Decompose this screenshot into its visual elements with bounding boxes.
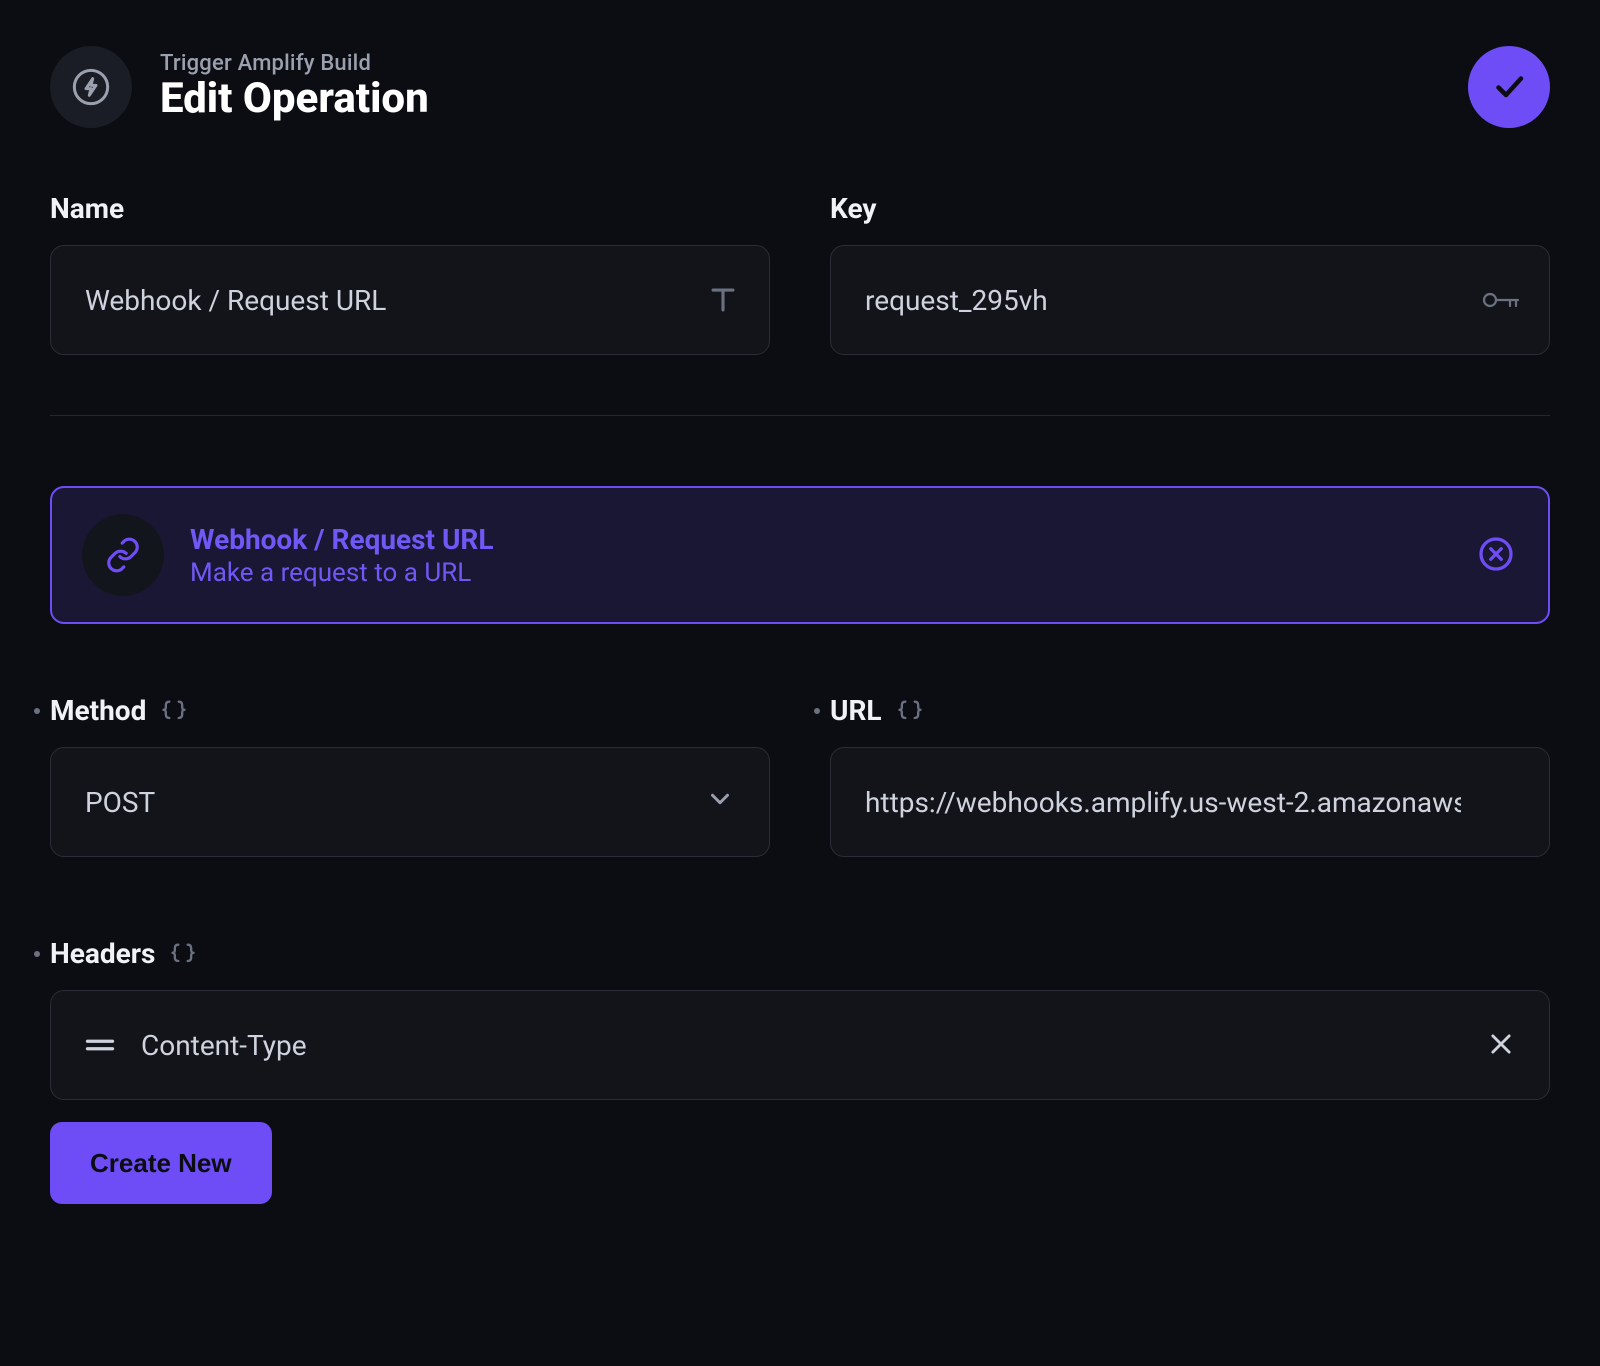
section-divider xyxy=(50,415,1550,416)
confirm-button[interactable] xyxy=(1468,46,1550,128)
method-label-text: Method xyxy=(50,694,146,727)
name-input[interactable] xyxy=(50,245,770,355)
chevron-down-icon xyxy=(705,784,735,821)
text-type-icon xyxy=(706,283,740,317)
header-left: Trigger Amplify Build Edit Operation xyxy=(50,46,429,128)
braces-icon xyxy=(160,697,188,725)
page-header: Trigger Amplify Build Edit Operation xyxy=(50,46,1550,128)
headers-label-text: Headers xyxy=(50,937,155,970)
link-icon xyxy=(82,514,164,596)
lightning-icon xyxy=(50,46,132,128)
key-input[interactable] xyxy=(830,245,1550,355)
callout-title: Webhook / Request URL xyxy=(190,523,1448,556)
method-value: POST xyxy=(85,786,155,819)
headers-label: Headers xyxy=(50,937,1550,970)
check-icon xyxy=(1491,68,1527,107)
method-select[interactable]: POST xyxy=(50,747,770,857)
name-label: Name xyxy=(50,192,770,225)
header-name: Content-Type xyxy=(141,1029,1461,1062)
url-label-text: URL xyxy=(830,694,882,727)
create-new-header-button[interactable]: Create New xyxy=(50,1122,272,1204)
url-label: URL xyxy=(830,694,1550,727)
operation-callout: Webhook / Request URL Make a request to … xyxy=(50,486,1550,624)
braces-icon xyxy=(169,940,197,968)
braces-icon xyxy=(896,697,924,725)
header-row[interactable]: Content-Type xyxy=(50,990,1550,1100)
remove-header-button[interactable] xyxy=(1487,1030,1515,1061)
callout-close-button[interactable] xyxy=(1474,532,1518,579)
drag-handle-icon[interactable] xyxy=(85,1034,115,1056)
method-label: Method xyxy=(50,694,770,727)
url-input[interactable] xyxy=(830,747,1550,857)
callout-subtitle: Make a request to a URL xyxy=(190,558,1448,588)
key-label: Key xyxy=(830,192,1550,225)
key-icon xyxy=(1480,286,1520,314)
close-icon xyxy=(1487,1030,1515,1061)
close-circle-icon xyxy=(1478,536,1514,575)
page-title: Edit Operation xyxy=(160,76,429,122)
page-subtitle: Trigger Amplify Build xyxy=(160,51,429,76)
